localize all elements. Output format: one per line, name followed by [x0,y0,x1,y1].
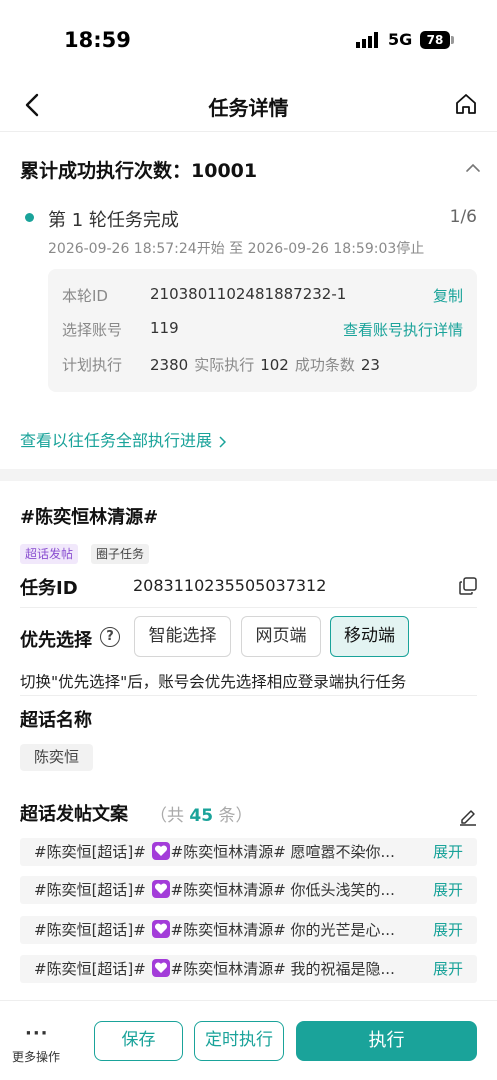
copywriting-item: #陈奕恒[超话]# #陈奕恒林清源# 你的光芒是心... 展开 [20,916,477,944]
home-icon[interactable] [454,92,478,116]
priority-label: 优先选择 [20,630,92,651]
task-name: #陈奕恒林清源# [20,507,159,528]
status-bar: 18:59 5G 78 [0,0,497,80]
round-time-range: 2026-09-26 18:57:24开始 至 2026-09-26 18:59… [48,241,425,257]
task-id-value: 2083110235505037312 [133,576,327,595]
accounts-label: 选择账号 [62,321,123,339]
round-id-value: 2103801102481887232-1 [150,285,347,303]
copywriting-text: #陈奕恒[超话]# #陈奕恒林清源# 你的光芒是心... [34,916,419,944]
history-link-label: 查看以往任务全部执行进展 [20,431,213,450]
tag-circle-task: 圈子任务 [91,544,150,564]
topic-chip: 陈奕恒 [20,744,94,771]
heart-icon [151,959,170,977]
copy-rest: #陈奕恒林清源# 你的光芒是心... [170,921,395,939]
more-actions-label: 更多操作 [12,1050,61,1064]
nav-bar: 任务详情 [0,80,497,132]
battery-icon: 78 [420,31,450,49]
copywriting-text: #陈奕恒[超话]# #陈奕恒林清源# 你低头浅笑的... [34,876,419,904]
copywriting-text: #陈奕恒[超话]# #陈奕恒林清源# 我的祝福是隐... [34,955,419,983]
divider [20,695,477,696]
plan-value: 2380 [150,356,189,374]
expand-button[interactable]: 展开 [433,955,463,983]
copy-rest: #陈奕恒林清源# 愿喧嚣不染你... [170,843,395,861]
round-id-label: 本轮ID [62,287,108,305]
execute-button[interactable]: 执行 [296,1021,477,1061]
heart-icon [151,880,170,898]
page-title: 任务详情 [208,96,289,120]
divider [20,607,477,608]
accounts-value: 119 [150,319,179,337]
actual-label: 实际执行 [194,356,255,374]
option-web[interactable]: 网页端 [241,616,321,657]
task-id-label: 任务ID [20,578,78,599]
option-smart-select[interactable]: 智能选择 [134,616,231,657]
count-value: 45 [189,806,214,826]
copywriting-item: #陈奕恒[超话]# #陈奕恒林清源# 你低头浅笑的... 展开 [20,876,477,904]
tag-super-topic-post: 超话发帖 [20,544,79,564]
bottom-action-bar: ··· 更多操作 保存 定时执行 执行 [0,1000,497,1080]
chevron-right-icon [219,435,227,448]
help-icon[interactable]: ? [100,627,120,647]
copywriting-label: 超话发帖文案 [20,804,128,825]
copy-prefix: #陈奕恒[超话]# [34,960,151,978]
copywriting-count: （共 45 条） [150,801,252,826]
round-status-dot [25,213,34,222]
expand-button[interactable]: 展开 [433,916,463,944]
copy-prefix: #陈奕恒[超话]# [34,843,151,861]
round-id-row: 本轮ID 2103801102481887232-1 复制 [62,285,463,307]
count-prefix: （共 [150,806,184,826]
signal-icon [356,32,378,48]
view-account-details-link[interactable]: 查看账号执行详情 [343,319,463,340]
save-button[interactable]: 保存 [94,1021,183,1061]
success-label: 成功条数 [294,356,355,374]
round-count: 1/6 [449,207,477,227]
chevron-up-icon[interactable] [465,162,481,174]
copy-rest: #陈奕恒林清源# 你低头浅笑的... [170,881,395,899]
round-title: 第 1 轮任务完成 [48,210,179,231]
stats-values: 2380 实际执行 102 成功条数 23 [150,354,380,375]
battery-tip [451,36,454,44]
status-time: 18:59 [64,28,131,52]
plan-label: 计划执行 [62,356,123,374]
copywriting-item: #陈奕恒[超话]# #陈奕恒林清源# 愿喧嚣不染你... 展开 [20,838,477,866]
execution-stats-row: 计划执行 2380 实际执行 102 成功条数 23 [62,354,463,376]
actual-value: 102 [260,356,289,374]
copy-round-id-link[interactable]: 复制 [433,285,463,306]
heart-icon [151,920,170,938]
network-type: 5G [388,30,413,49]
expand-button[interactable]: 展开 [433,838,463,866]
option-mobile[interactable]: 移动端 [330,616,409,657]
count-suffix: 条） [218,806,253,826]
schedule-button[interactable]: 定时执行 [194,1021,284,1061]
copywriting-item: #陈奕恒[超话]# #陈奕恒林清源# 我的祝福是隐... 展开 [20,955,477,983]
copywriting-text: #陈奕恒[超话]# #陈奕恒林清源# 愿喧嚣不染你... [34,838,419,866]
edit-icon[interactable] [458,806,478,826]
history-progress-link[interactable]: 查看以往任务全部执行进展 [20,427,227,451]
heart-icon [151,842,170,860]
total-success-count: 累计成功执行次数：10001 [20,160,258,182]
round-info-box: 本轮ID 2103801102481887232-1 复制 选择账号 119 查… [48,269,477,392]
expand-button[interactable]: 展开 [433,876,463,904]
priority-hint: 切换"优先选择"后，账号会优先选择相应登录端执行任务 [20,673,407,691]
copy-prefix: #陈奕恒[超话]# [34,881,151,899]
more-icon: ··· [25,1023,49,1044]
section-divider [0,469,497,481]
accounts-row: 选择账号 119 查看账号执行详情 [62,319,463,341]
copy-prefix: #陈奕恒[超话]# [34,921,151,939]
copy-rest: #陈奕恒林清源# 我的祝福是隐... [170,960,395,978]
copy-icon[interactable] [458,576,478,596]
success-value: 23 [360,356,380,374]
topic-label: 超话名称 [20,710,92,731]
